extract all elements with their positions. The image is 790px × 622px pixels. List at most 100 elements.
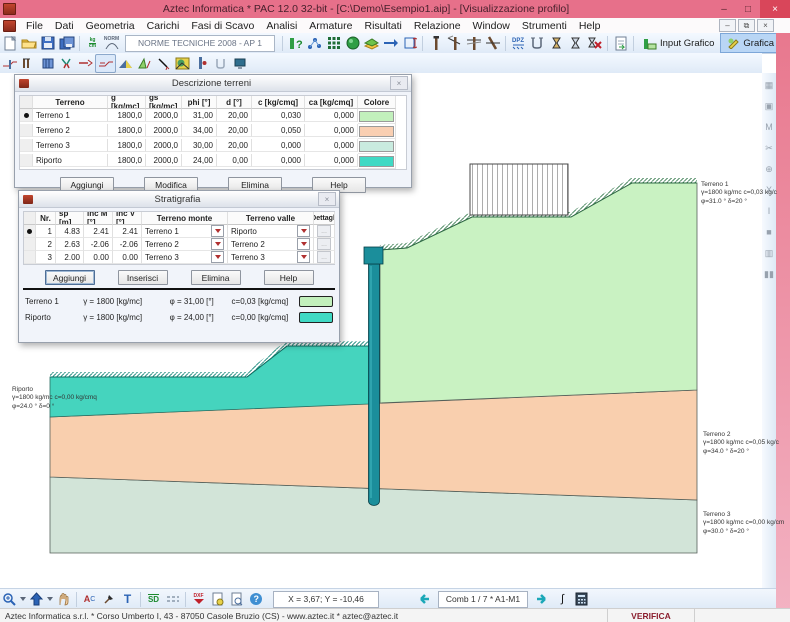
layer-riporto[interactable] <box>50 346 369 417</box>
profile-wall-icon[interactable] <box>0 55 19 72</box>
row-marker[interactable] <box>20 139 33 152</box>
grid-tool-icon[interactable]: ▦ <box>763 79 775 91</box>
menu-dati[interactable]: Dati <box>49 20 80 32</box>
layers-icon[interactable] <box>362 35 381 52</box>
bracket-u-icon[interactable] <box>211 55 230 72</box>
terreni-close-icon[interactable]: × <box>390 76 408 90</box>
pile-tilt-icon[interactable] <box>483 35 502 52</box>
row-marker[interactable] <box>24 225 36 238</box>
prev-comb-icon[interactable] <box>413 591 432 608</box>
menu-help[interactable]: Help <box>573 20 607 32</box>
row-marker[interactable] <box>24 251 36 264</box>
pile-plain-icon[interactable] <box>426 35 445 52</box>
menu-analisi[interactable]: Analisi <box>260 20 303 32</box>
mdi-minimize-icon[interactable]: – <box>719 19 736 32</box>
col-phi[interactable]: phi [°] <box>182 96 217 109</box>
col-gs[interactable]: gs [kg/mc] <box>146 96 182 109</box>
mesh-grid-icon[interactable] <box>324 35 343 52</box>
slope-terrain-icon[interactable] <box>116 55 135 72</box>
col-g[interactable]: g [kg/mc] <box>108 96 146 109</box>
row-marker[interactable] <box>20 124 33 137</box>
hand-pan-icon[interactable] <box>54 591 73 608</box>
elimina-button[interactable]: Elimina <box>191 270 241 285</box>
minimize-icon[interactable]: – <box>712 0 736 18</box>
ibeam-icon[interactable]: I <box>763 205 775 217</box>
tirante-icon[interactable] <box>76 55 95 72</box>
pile-node-icon[interactable] <box>192 55 211 72</box>
cell-terreno[interactable]: Terreno 1 <box>33 109 108 122</box>
zoom-caret-icon[interactable] <box>19 591 27 608</box>
section-line-icon[interactable] <box>154 55 173 72</box>
sd-tool-icon[interactable]: SD <box>144 591 163 608</box>
cell-terreno[interactable]: Riporto <box>33 154 108 167</box>
calculator-icon[interactable] <box>572 591 591 608</box>
maximize-icon[interactable]: □ <box>736 0 760 18</box>
col-d[interactable]: d [°] <box>217 96 252 109</box>
pile-slope-both-icon[interactable] <box>464 35 483 52</box>
col-nr[interactable]: Nr. <box>36 212 56 225</box>
screen-icon[interactable] <box>230 55 249 72</box>
col-sp[interactable]: sp [m] <box>56 212 84 225</box>
close-icon[interactable]: × <box>760 0 790 18</box>
menu-risultati[interactable]: Risultati <box>358 20 407 32</box>
page-clock-icon[interactable] <box>208 591 227 608</box>
stratigrafia-dialog-titlebar[interactable]: Stratigrafia × <box>19 191 339 208</box>
menu-window[interactable]: Window <box>467 20 516 32</box>
sphere-icon[interactable] <box>343 35 362 52</box>
image-tool-icon[interactable]: ▥ <box>763 247 775 259</box>
col-c[interactable]: c [kg/cmq] <box>252 96 305 109</box>
text-tool-icon[interactable]: T <box>118 591 137 608</box>
dropdown-icon[interactable] <box>297 225 310 237</box>
globe-icon[interactable]: ⊕ <box>763 163 775 175</box>
cell-terreno[interactable]: Terreno 3 <box>33 139 108 152</box>
menu-relazione[interactable]: Relazione <box>408 20 467 32</box>
dettagli-button[interactable]: ... <box>317 225 331 237</box>
profile-edit-icon[interactable] <box>95 54 116 73</box>
zoom-icon[interactable] <box>0 591 19 608</box>
export-report-icon[interactable] <box>611 35 630 52</box>
col-terreno[interactable]: Terreno <box>33 96 108 109</box>
anchors-pair-icon[interactable] <box>57 55 76 72</box>
pushpin-icon[interactable] <box>99 591 118 608</box>
phase-hourglass2-icon[interactable] <box>566 35 585 52</box>
menu-fasi-di-scavo[interactable]: Fasi di Scavo <box>185 20 260 32</box>
fill-icon[interactable]: ■ <box>763 226 775 238</box>
diagram-icon[interactable]: ∫ <box>553 591 572 608</box>
dettagli-button[interactable]: ... <box>317 251 331 263</box>
save-icon[interactable] <box>38 35 57 52</box>
dropdown-icon[interactable] <box>211 251 224 263</box>
print-preview-icon[interactable] <box>227 591 246 608</box>
mdi-restore-icon[interactable]: ⧉ <box>738 19 755 32</box>
phase-delete-icon[interactable] <box>585 35 604 52</box>
u-section-icon[interactable] <box>528 35 547 52</box>
aggiungi-button[interactable]: Aggiungi <box>45 270 95 285</box>
col-monte[interactable]: Terreno monte <box>142 212 228 225</box>
phase-hourglass-icon[interactable] <box>547 35 566 52</box>
col-valle[interactable]: Terreno valle <box>228 212 314 225</box>
menu-strumenti[interactable]: Strumenti <box>516 20 573 32</box>
pali-row-icon[interactable] <box>19 55 38 72</box>
picture-icon[interactable] <box>173 55 192 72</box>
dropdown-icon[interactable] <box>297 238 310 250</box>
menu-armature[interactable]: Armature <box>303 20 358 32</box>
mdi-close-icon[interactable]: × <box>757 19 774 32</box>
units-kgcm-icon[interactable]: kgcm <box>83 35 102 52</box>
distributed-load[interactable] <box>470 164 568 215</box>
inserisci-button[interactable]: Inserisci <box>118 270 168 285</box>
material-icon[interactable]: M <box>763 121 775 133</box>
terreni-dialog-titlebar[interactable]: Descrizione terreni × <box>15 75 411 92</box>
row-marker[interactable] <box>24 238 36 251</box>
help-icon[interactable]: ? <box>246 591 265 608</box>
dropdown-icon[interactable] <box>211 238 224 250</box>
menu-geometria[interactable]: Geometria <box>80 20 141 32</box>
grafica-button[interactable]: Grafica <box>720 33 781 53</box>
col-colore[interactable]: Colore <box>358 96 396 109</box>
pile-cap[interactable] <box>364 247 383 264</box>
row-marker[interactable] <box>20 154 33 167</box>
help-button[interactable]: Help <box>264 270 314 285</box>
pan-caret-icon[interactable] <box>46 591 54 608</box>
protractor-icon[interactable] <box>135 55 154 72</box>
ruler-dashes-icon[interactable] <box>163 591 182 608</box>
norme-selector[interactable]: NORME TECNICHE 2008 - AP 1 <box>125 35 275 52</box>
graphic-points-icon[interactable] <box>305 35 324 52</box>
